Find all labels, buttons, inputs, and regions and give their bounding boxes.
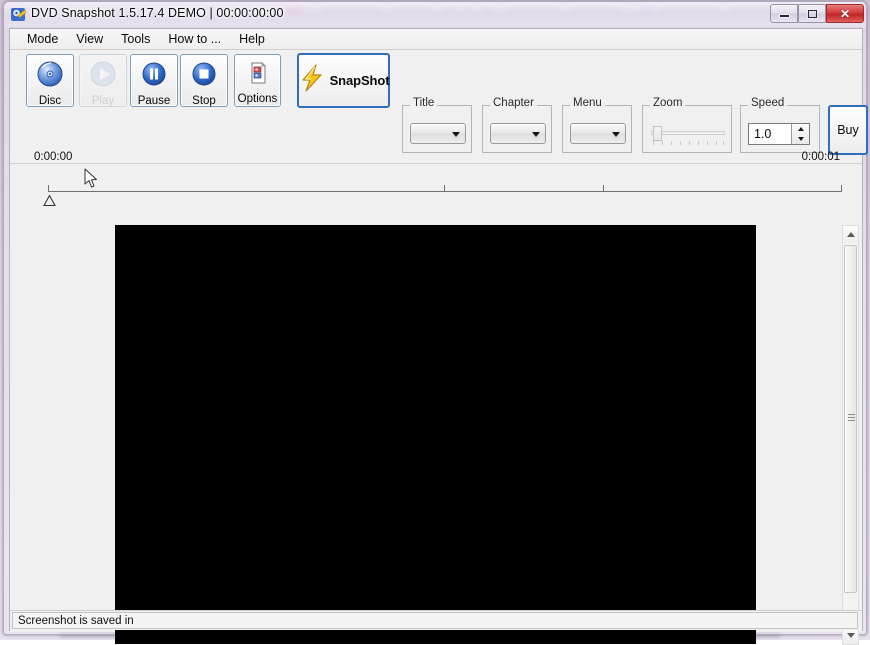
pause-circle-icon — [140, 60, 168, 93]
close-button[interactable]: ✕ — [826, 4, 864, 23]
timeline-thumb[interactable] — [43, 193, 56, 206]
scrollbar-grip-icon — [848, 414, 855, 421]
chevron-down-icon — [452, 132, 460, 137]
menu-group-label: Menu — [570, 97, 605, 110]
timeline[interactable]: 0:00:00 0:00:01 — [10, 146, 862, 208]
status-bar: Screenshot is saved in — [10, 610, 862, 630]
menu-help[interactable]: Help — [230, 30, 274, 49]
timeline-tick — [444, 185, 445, 192]
timeline-track[interactable] — [48, 191, 842, 192]
timeline-tick — [603, 185, 604, 192]
title-bar[interactable]: DVD Snapshot 1.5.17.4 DEMO | 00:00:00:00… — [4, 2, 866, 27]
speed-decrement-icon[interactable] — [792, 134, 809, 144]
speed-input[interactable]: 1.0 — [748, 123, 810, 145]
maximize-restore-button[interactable] — [798, 4, 826, 23]
disc-button[interactable]: Disc — [26, 54, 74, 107]
menu-view[interactable]: View — [67, 30, 112, 49]
chapter-group-label: Chapter — [490, 97, 537, 110]
stop-button[interactable]: Stop — [180, 54, 228, 107]
status-panel: Screenshot is saved in — [12, 612, 858, 629]
chapter-combobox[interactable] — [490, 123, 546, 144]
cd-disc-icon — [36, 60, 64, 93]
timeline-end-label: 0:00:01 — [801, 151, 840, 163]
timeline-start-label: 0:00:00 — [34, 151, 73, 163]
stop-button-label: Stop — [192, 95, 216, 107]
scrollbar-thumb[interactable] — [844, 245, 857, 593]
timeline-tick — [48, 185, 49, 192]
zoom-group-label: Zoom — [650, 97, 686, 110]
zoom-slider-track — [651, 131, 725, 135]
options-button-label: Options — [237, 93, 278, 105]
stop-circle-icon — [190, 60, 218, 93]
title-combobox[interactable] — [410, 123, 466, 144]
pause-button-label: Pause — [137, 95, 171, 107]
chevron-down-icon — [612, 132, 620, 137]
speed-increment-icon[interactable] — [792, 124, 809, 134]
timeline-tick — [841, 185, 842, 192]
options-document-icon — [245, 60, 271, 91]
restore-icon — [799, 5, 825, 22]
close-icon: ✕ — [839, 6, 851, 21]
video-display[interactable] — [115, 225, 756, 644]
client-area: Mode View Tools How to ... Help Disc Pla… — [9, 28, 868, 645]
status-message: Screenshot is saved in — [18, 615, 134, 627]
snapshot-button[interactable]: SnapShot — [297, 53, 390, 108]
dvd-snapshot-icon — [10, 6, 27, 23]
menu-mode[interactable]: Mode — [18, 30, 67, 49]
chevron-down-icon — [532, 132, 540, 137]
menu-how-to[interactable]: How to ... — [159, 30, 230, 49]
zoom-slider[interactable] — [651, 124, 725, 148]
pause-button[interactable]: Pause — [130, 54, 178, 107]
speed-group-label: Speed — [748, 97, 788, 110]
play-button-label: Play — [91, 95, 115, 107]
minimize-button[interactable] — [770, 4, 798, 23]
lightning-bolt-icon — [298, 63, 326, 98]
snapshot-button-label: SnapShot — [329, 73, 390, 88]
video-vertical-scrollbar[interactable] — [842, 225, 859, 645]
zoom-slider-thumb[interactable] — [653, 126, 662, 141]
menu-bar: Mode View Tools How to ... Help — [10, 29, 862, 50]
toolbar: Disc Play Pause Stop Options SnapShot Ti… — [10, 50, 868, 164]
disc-button-label: Disc — [38, 95, 62, 107]
title-group-label: Title — [410, 97, 438, 110]
menu-tools[interactable]: Tools — [112, 30, 159, 49]
options-button[interactable]: Options — [234, 54, 281, 107]
video-panel — [10, 208, 862, 645]
play-button[interactable]: Play — [79, 54, 127, 107]
speed-stepper[interactable] — [791, 124, 809, 144]
menu-combobox[interactable] — [570, 123, 626, 144]
scroll-up-arrow-icon[interactable] — [843, 226, 858, 243]
window-title: DVD Snapshot 1.5.17.4 DEMO | 00:00:00:00 — [31, 6, 284, 20]
minimize-icon — [771, 5, 797, 22]
speed-input-value: 1.0 — [754, 127, 772, 141]
application-window: DVD Snapshot 1.5.17.4 DEMO | 00:00:00:00… — [3, 1, 868, 645]
play-circle-icon — [89, 60, 117, 93]
